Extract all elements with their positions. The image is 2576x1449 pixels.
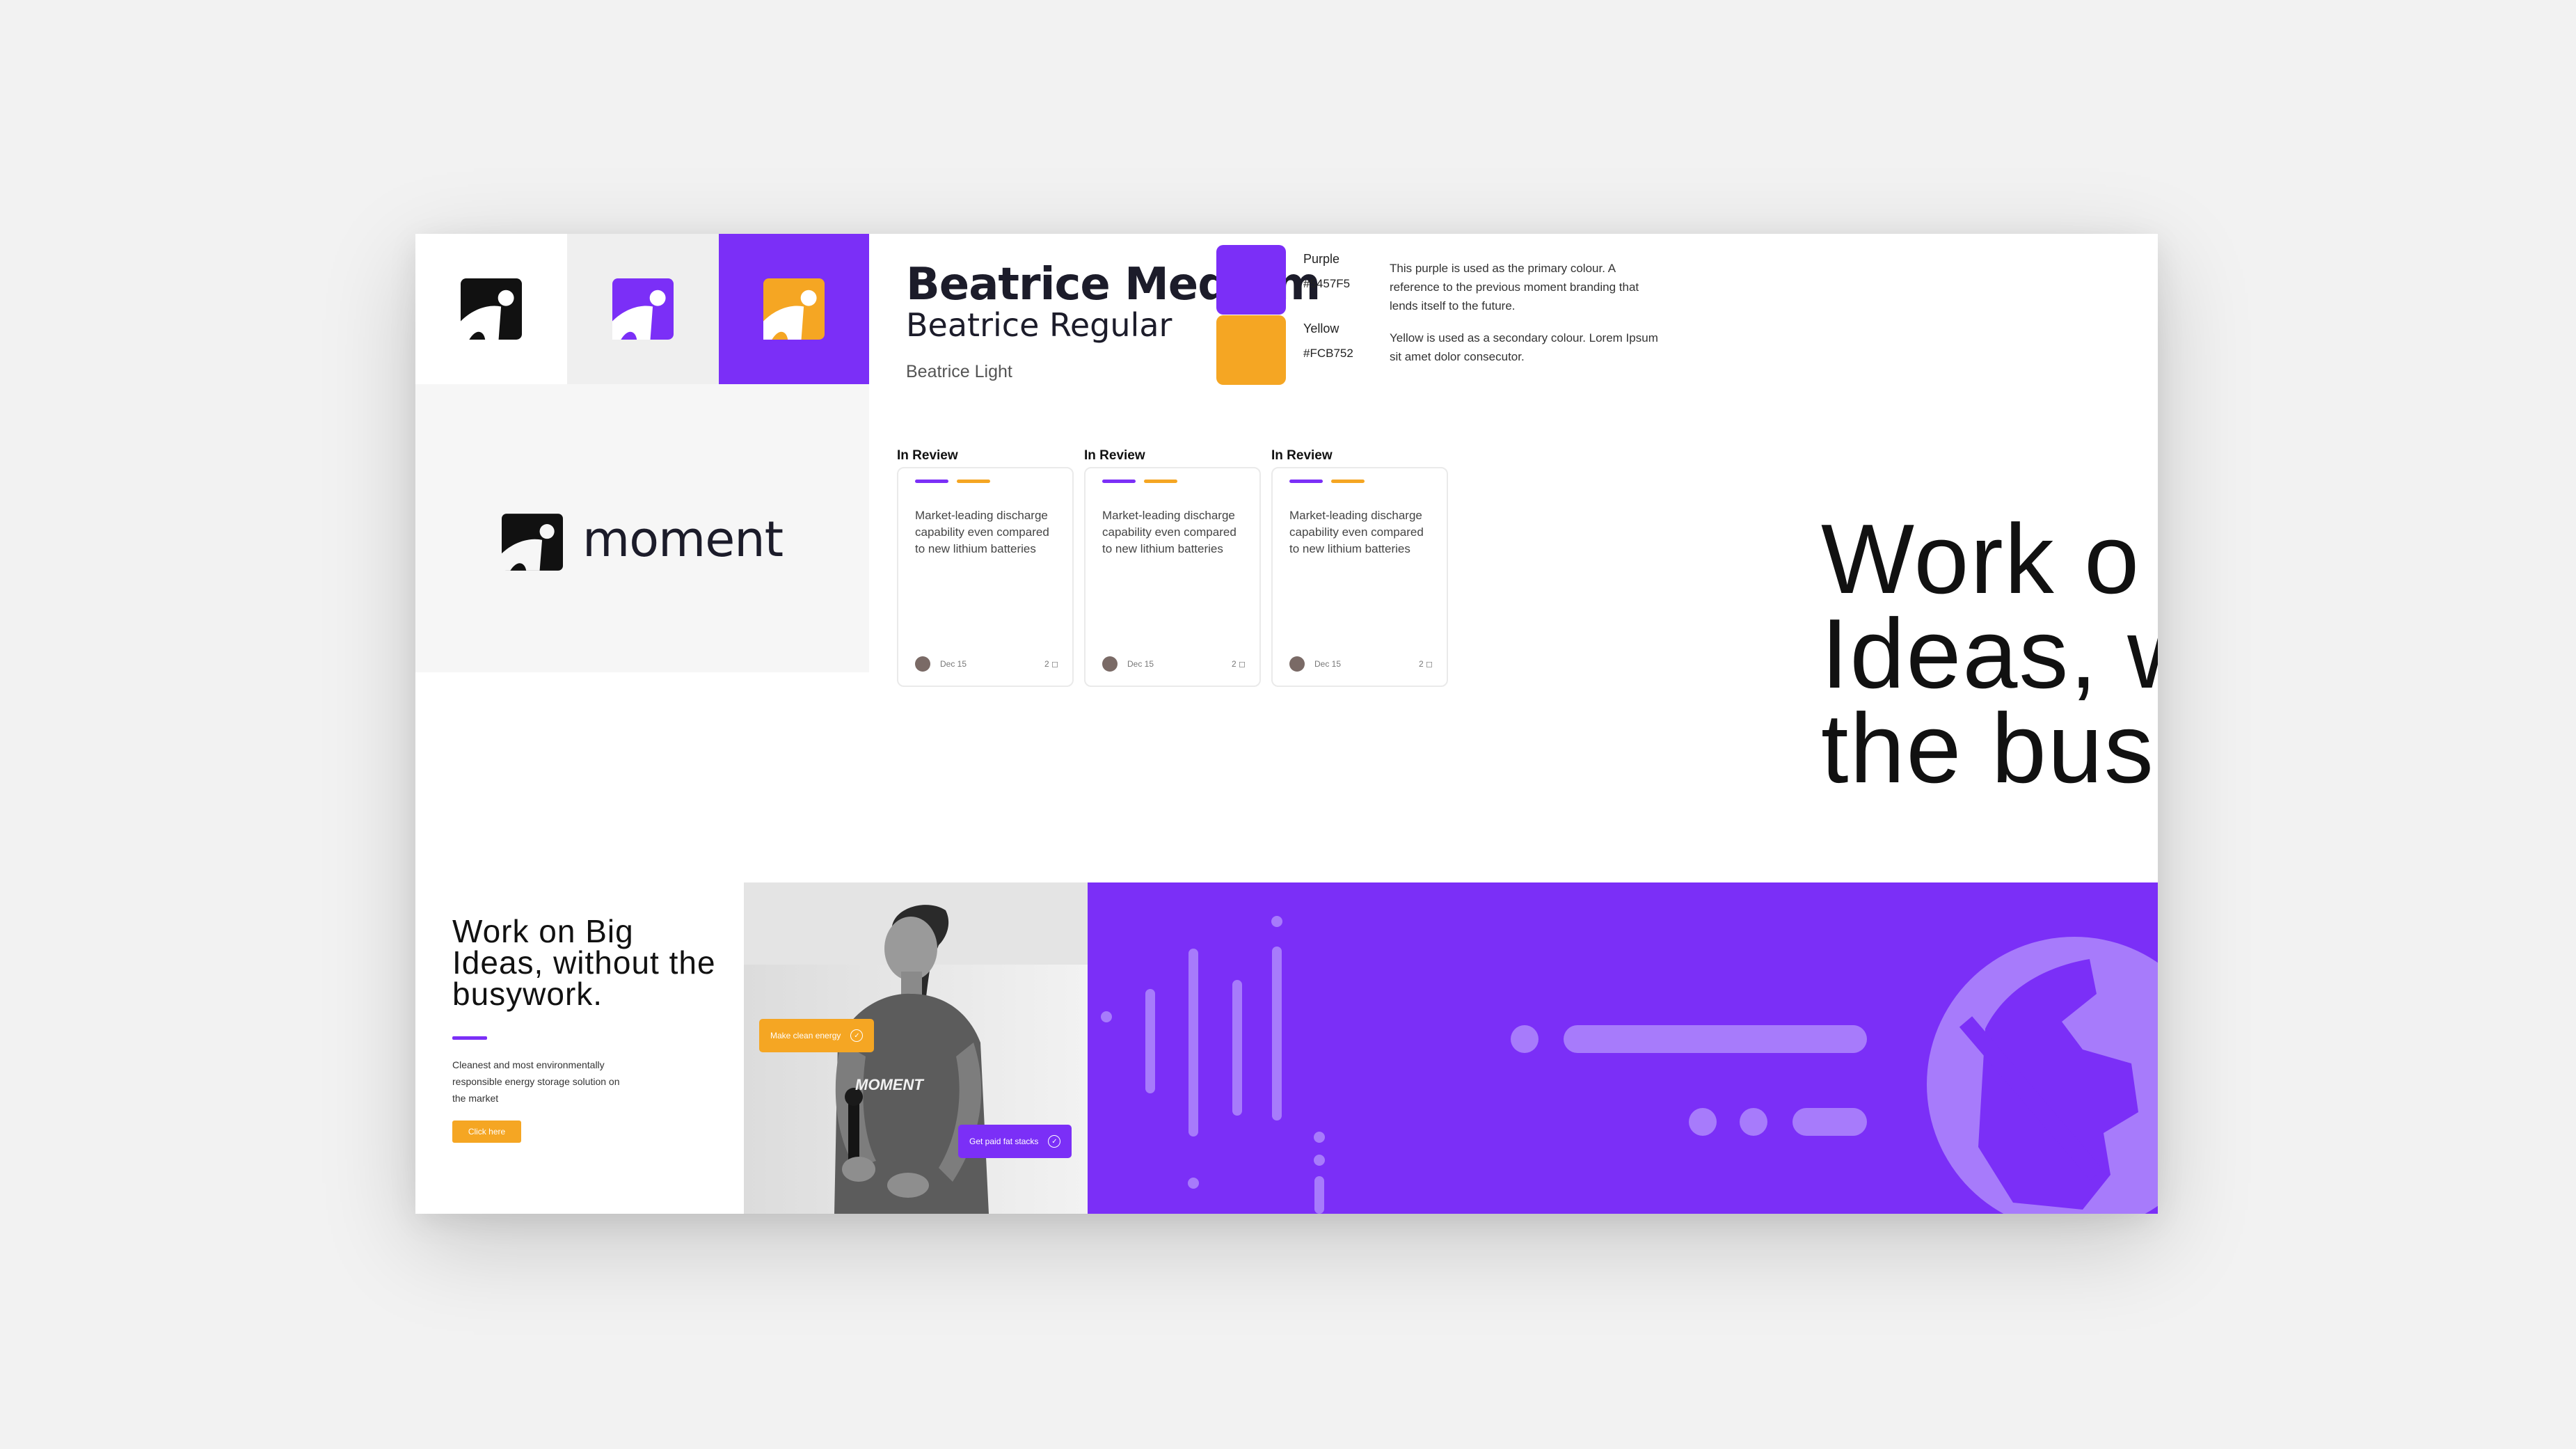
kanban-column-title: In Review: [897, 448, 958, 463]
swatch-yellow-description: Yellow is used as a secondary colour. Lo…: [1390, 331, 1658, 363]
card-date: Dec 15: [940, 659, 967, 669]
swatch-yellow: [1216, 315, 1286, 385]
chip-label: Get paid fat stacks: [969, 1137, 1039, 1146]
wordmark-panel: moment: [415, 384, 869, 672]
swatch-purple: [1216, 245, 1286, 315]
logo-tile-black: [415, 234, 567, 384]
swatch-yellow-name: Yellow: [1303, 322, 1339, 335]
globe-icon: [1927, 937, 2158, 1214]
click-here-button[interactable]: Click here: [452, 1121, 521, 1143]
swatch-purple-hex: #5457F5: [1303, 277, 1351, 290]
comment-count: 2 ◻: [1044, 659, 1058, 669]
yellow-tag-bar: [957, 480, 990, 483]
brand-board: Beatrice Medium Beatrice Regular Beatric…: [415, 234, 2158, 1214]
kanban-card[interactable]: Market-leading discharge capability even…: [1084, 467, 1261, 687]
moment-logo-icon: [502, 514, 563, 571]
swatch-purple-description: This purple is used as the primary colou…: [1390, 262, 1639, 312]
swatch-yellow-hex: #FCB752: [1303, 347, 1353, 360]
card-text: Market-leading discharge capability even…: [1289, 509, 1424, 555]
comment-count: 2 ◻: [1232, 659, 1246, 669]
kanban-column-title: In Review: [1084, 448, 1145, 463]
check-circle-icon: ✓: [850, 1029, 864, 1042]
hero-heading-large: Work o Ideas, w the bus: [1821, 504, 2158, 804]
accent-line: [452, 1036, 487, 1040]
avatar: [915, 656, 930, 672]
yellow-tag-bar: [1331, 480, 1365, 483]
purple-tag-bar: [915, 480, 948, 483]
card-text: Market-leading discharge capability even…: [915, 509, 1049, 555]
shirt-logo-text: MOMENT: [855, 1076, 924, 1093]
yellow-tag-bar: [1144, 480, 1177, 483]
comment-count: 2 ◻: [1419, 659, 1433, 669]
moment-logo-icon: [461, 278, 522, 340]
card-date: Dec 15: [1314, 659, 1342, 669]
font-sample-light: Beatrice Light: [906, 362, 1012, 381]
card-date: Dec 15: [1127, 659, 1154, 669]
purple-tag-bar: [1289, 480, 1323, 483]
get-paid-chip[interactable]: Get paid fat stacks ✓: [958, 1125, 1072, 1158]
kanban-column-title: In Review: [1271, 448, 1333, 463]
avatar: [1102, 656, 1118, 672]
moment-logo-icon: [763, 278, 825, 340]
swatch-purple-name: Purple: [1303, 252, 1340, 266]
font-sample-regular: Beatrice Regular: [906, 306, 1172, 344]
logo-tile-orange: [719, 234, 869, 384]
make-clean-energy-chip[interactable]: Make clean energy ✓: [759, 1019, 875, 1052]
purple-pattern-panel: [1088, 882, 2158, 1214]
logo-tile-purple: [567, 234, 719, 384]
kanban-card[interactable]: Market-leading discharge capability even…: [897, 467, 1074, 687]
kanban-card[interactable]: Market-leading discharge capability even…: [1271, 467, 1448, 687]
brand-wordmark: moment: [582, 511, 784, 568]
hero-heading: Work on Big Ideas, without the busywork.: [452, 913, 716, 1012]
hero-body: Cleanest and most environmentally respon…: [452, 1059, 620, 1104]
chip-label: Make clean energy: [770, 1031, 841, 1040]
avatar: [1289, 656, 1305, 672]
moment-logo-icon: [612, 278, 674, 340]
card-text: Market-leading discharge capability even…: [1102, 509, 1237, 555]
purple-tag-bar: [1102, 480, 1136, 483]
brand-pattern-illustration: [1101, 916, 2158, 1214]
check-circle-icon: ✓: [1048, 1135, 1061, 1148]
